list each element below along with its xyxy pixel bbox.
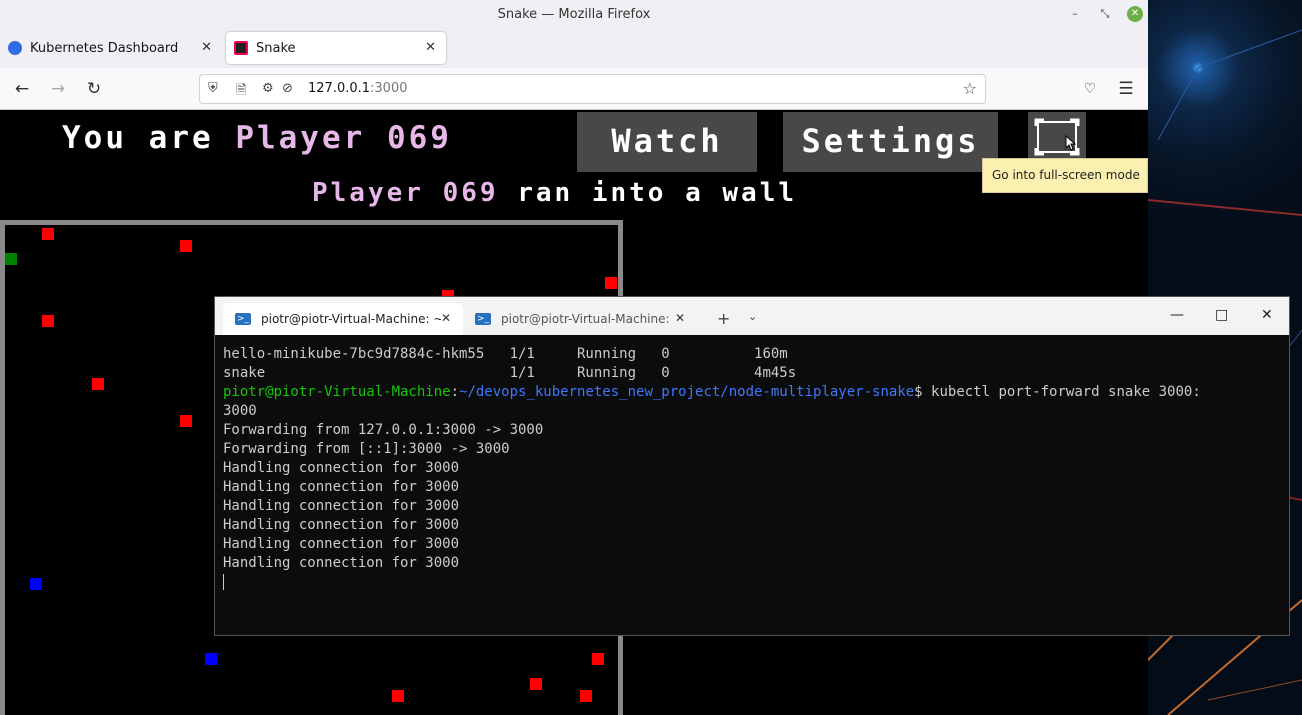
terminal-window: >_ piotr@piotr-Virtual-Machine: ~ ✕ >_ p…	[214, 296, 1290, 636]
terminal-output[interactable]: hello-minikube-7bc9d7884c-hkm55 1/1 Runn…	[223, 345, 1283, 592]
tab-kubernetes-dashboard[interactable]: Kubernetes Dashboard ✕	[0, 32, 222, 64]
terminal-line: Handling connection for 3000	[223, 517, 460, 533]
food-cell	[42, 315, 54, 327]
page-icon[interactable]: 🗎	[236, 81, 246, 103]
terminal-line: hello-minikube-7bc9d7884c-hkm55 1/1 Runn…	[223, 346, 788, 362]
new-terminal-tab-button[interactable]: +	[717, 309, 730, 328]
close-tab-icon[interactable]: ✕	[201, 40, 212, 55]
close-tab-icon[interactable]: ✕	[425, 40, 436, 55]
snake-favicon-icon	[234, 41, 248, 55]
player-identity: You are Player 069	[62, 120, 452, 156]
close-tab-icon[interactable]: ✕	[441, 311, 451, 325]
status-message: Player 069 ran into a wall	[312, 178, 797, 208]
browser-tab-strip: Kubernetes Dashboard ✕ Snake ✕ +	[0, 30, 1148, 87]
food-cell	[92, 378, 104, 390]
text-cursor	[223, 574, 224, 590]
terminal-prompt-line: piotr@piotr-Virtual-Machine:~/devops_kub…	[223, 384, 1201, 400]
terminal-cursor-line	[223, 573, 1283, 592]
url-text: 127.0.0.1:3000	[308, 81, 408, 96]
terminal-line: 3000	[223, 403, 257, 419]
powershell-icon: >_	[475, 313, 491, 325]
shield-icon[interactable]: ⛨	[208, 81, 218, 96]
fullscreen-icon	[1034, 118, 1080, 156]
food-cell	[592, 653, 604, 665]
terminal-line: snake 1/1 Running 0 4m45s	[223, 365, 797, 381]
terminal-tab-label: piotr@piotr-Virtual-Machine: ~	[261, 312, 441, 326]
terminal-line: Forwarding from [::1]:3000 -> 3000	[223, 441, 510, 457]
window-titlebar: Snake — Mozilla Firefox – ⤡ ✕	[0, 0, 1148, 30]
food-cell	[180, 415, 192, 427]
fullscreen-button[interactable]	[1028, 112, 1086, 162]
snake-segment	[5, 253, 17, 265]
kubernetes-icon	[8, 41, 22, 55]
terminal-line: Forwarding from 127.0.0.1:3000 -> 3000	[223, 422, 544, 438]
food-cell	[605, 277, 617, 289]
tab-snake[interactable]: Snake ✕	[226, 32, 446, 64]
url-bar[interactable]: ⛨ 🗎 ⚙ ⊘ 127.0.0.1:3000 ☆	[199, 74, 986, 104]
terminal-tab-2[interactable]: >_ piotr@piotr-Virtual-Machine: ~ ✕	[467, 303, 697, 335]
window-title: Snake — Mozilla Firefox	[497, 7, 651, 22]
snake-segment	[30, 578, 42, 590]
terminal-line: Handling connection for 3000	[223, 498, 460, 514]
back-icon[interactable]: ←	[11, 78, 33, 100]
terminal-line: Handling connection for 3000	[223, 479, 460, 495]
food-cell	[42, 228, 54, 240]
maximize-button[interactable]: ⤡	[1097, 6, 1113, 22]
insecure-lock-icon[interactable]: ⊘	[282, 81, 293, 96]
food-cell	[580, 690, 592, 702]
food-cell	[392, 690, 404, 702]
permissions-icon[interactable]: ⚙	[262, 81, 274, 96]
terminal-line: Handling connection for 3000	[223, 460, 460, 476]
close-window-button[interactable]: ✕	[1127, 6, 1143, 22]
snake-segment	[205, 653, 217, 665]
terminal-tab-bar: >_ piotr@piotr-Virtual-Machine: ~ ✕ >_ p…	[215, 297, 1289, 335]
chevron-down-icon[interactable]: ⌄	[748, 310, 757, 323]
tab-label: Kubernetes Dashboard	[30, 40, 179, 56]
food-cell	[180, 240, 192, 252]
forward-icon[interactable]: →	[47, 78, 69, 100]
fullscreen-tooltip: Go into full-screen mode	[982, 158, 1148, 193]
terminal-tab-1[interactable]: >_ piotr@piotr-Virtual-Machine: ~ ✕	[223, 303, 463, 335]
terminal-close-button[interactable]: ✕	[1261, 307, 1273, 323]
menu-icon[interactable]: ☰	[1115, 78, 1137, 100]
player-name: Player 069	[235, 120, 452, 156]
navigation-toolbar: ← → ↻ ⛨ 🗎 ⚙ ⊘ 127.0.0.1:3000 ☆ ♡ ☰	[0, 68, 1148, 110]
watch-button[interactable]: Watch	[577, 112, 757, 172]
settings-button[interactable]: Settings	[783, 112, 998, 172]
bookmark-star-icon[interactable]: ☆	[963, 79, 977, 98]
terminal-tab-label: piotr@piotr-Virtual-Machine: ~	[501, 312, 671, 326]
food-cell	[530, 678, 542, 690]
minimize-button[interactable]: –	[1067, 6, 1083, 22]
reload-icon[interactable]: ↻	[83, 78, 105, 100]
terminal-maximize-button[interactable]: □	[1215, 307, 1228, 323]
pocket-icon[interactable]: ♡	[1079, 78, 1101, 100]
terminal-line: Handling connection for 3000	[223, 555, 460, 571]
terminal-minimize-button[interactable]: —	[1170, 307, 1184, 323]
terminal-line: Handling connection for 3000	[223, 536, 460, 552]
powershell-icon: >_	[235, 313, 251, 325]
tab-label: Snake	[256, 40, 296, 56]
close-tab-icon[interactable]: ✕	[675, 311, 685, 325]
